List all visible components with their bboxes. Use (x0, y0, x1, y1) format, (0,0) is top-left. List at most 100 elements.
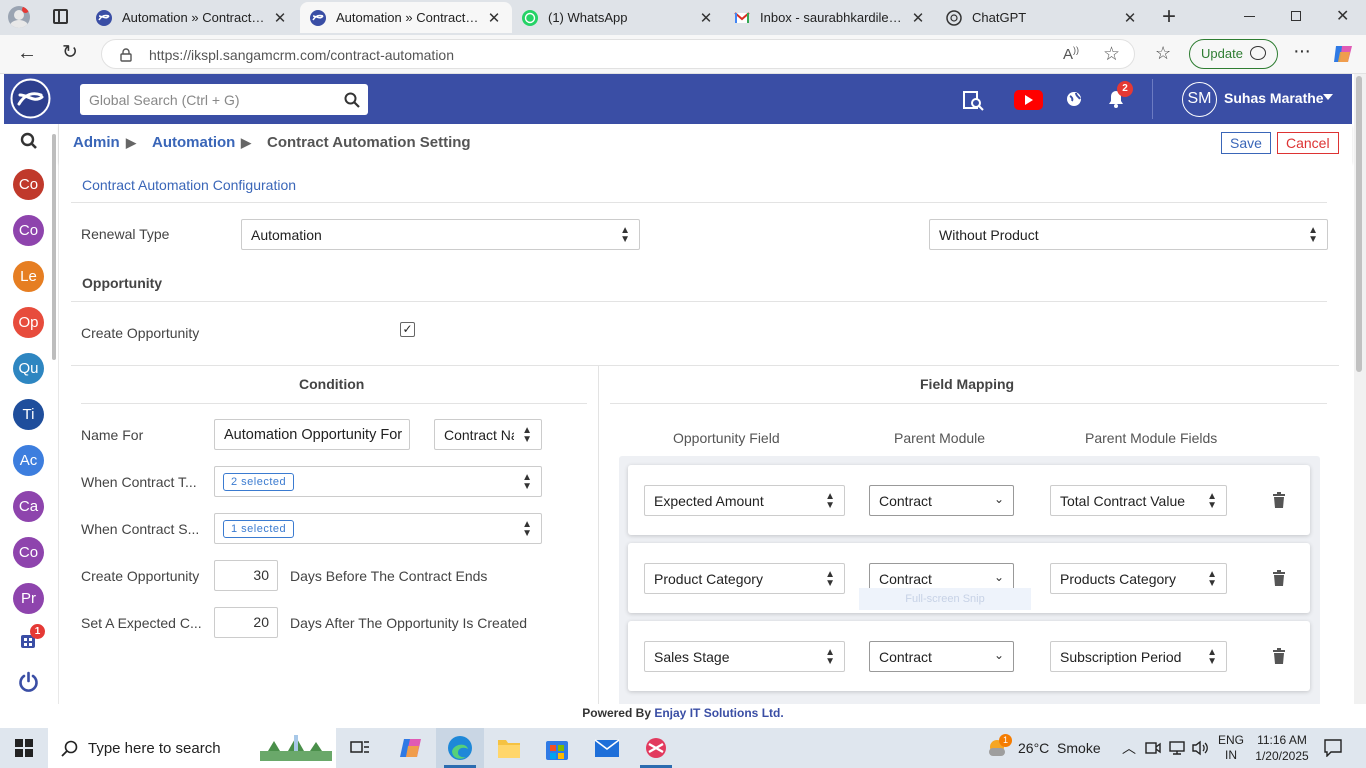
contract-status-multiselect[interactable]: 1 selected ▲ ▼ (214, 513, 542, 544)
parent-module-field-value: Subscription Period (1060, 649, 1182, 665)
breadcrumb-admin[interactable]: Admin (73, 134, 120, 151)
sidebar-search-icon[interactable] (20, 132, 38, 150)
contract-type-multiselect[interactable]: 2 selected ▲ ▼ (214, 466, 542, 497)
minimize-window-icon[interactable] (1244, 16, 1255, 17)
parent-module-field-select[interactable]: Products Category ▲ ▼ (1050, 563, 1227, 594)
sidebar-item-leads[interactable]: Le (13, 261, 44, 292)
refresh-icon[interactable]: ↻ (62, 41, 78, 64)
new-tab-icon[interactable]: + (1162, 3, 1176, 31)
save-button[interactable]: Save (1221, 132, 1271, 154)
meet-now-icon[interactable] (1145, 741, 1161, 755)
parent-module-field-select[interactable]: Total Contract Value ▲ ▼ (1050, 485, 1227, 516)
search-icon[interactable] (344, 92, 360, 108)
task-view-icon[interactable] (350, 739, 370, 757)
profile-avatar[interactable] (8, 6, 30, 28)
windows-start-icon[interactable] (15, 739, 33, 757)
browser-tab[interactable]: Inbox - saurabhkardile@relia ✕ (724, 2, 936, 33)
cancel-button[interactable]: Cancel (1277, 132, 1339, 154)
close-tab-icon[interactable]: ✕ (486, 9, 502, 27)
browser-tab-active[interactable]: Automation » Contract Auto ✕ (300, 2, 512, 33)
copilot-icon[interactable] (1332, 44, 1354, 64)
notification-center-icon[interactable] (1324, 739, 1342, 757)
volume-icon[interactable] (1191, 740, 1209, 756)
url-field[interactable]: https://ikspl.sangamcrm.com/contract-aut… (101, 39, 1135, 69)
copilot-taskbar-icon[interactable] (399, 736, 423, 760)
site-info-icon[interactable] (119, 48, 133, 62)
sidebar-item-calls[interactable]: Ca (13, 491, 44, 522)
sidebar-item-accounts[interactable]: Ac (13, 445, 44, 476)
mapping-row: Sales Stage ▲ ▼ Contract ⌄ Subscription Per… (628, 621, 1310, 691)
logout-power-icon[interactable] (18, 671, 39, 692)
parent-module-select[interactable]: Contract ⌄ (869, 485, 1014, 516)
contract-type-label: When Contract T... (81, 474, 197, 490)
global-search[interactable]: Global Search (Ctrl + G) (80, 84, 368, 115)
sidebar-item-co[interactable]: Co (13, 537, 44, 568)
user-menu-caret-icon[interactable] (1323, 94, 1333, 100)
favorite-star-icon[interactable]: ☆ (1103, 43, 1120, 66)
snipping-tool-icon[interactable] (643, 736, 669, 760)
mail-icon[interactable] (594, 739, 620, 758)
sidebar-item-quotes[interactable]: Qu (13, 353, 44, 384)
name-for-field-select[interactable]: Contract Na ▲ ▼ (434, 419, 542, 450)
opportunity-field-select[interactable]: Sales Stage ▲ ▼ (644, 641, 845, 672)
language-indicator[interactable]: ENG IN (1218, 733, 1244, 763)
create-opportunity-checkbox[interactable]: ✓ (400, 322, 415, 337)
microsoft-store-icon[interactable] (545, 735, 569, 761)
product-type-select[interactable]: Without Product ▲ ▼ (929, 219, 1328, 250)
renewal-type-select[interactable]: Automation ▲ ▼ (241, 219, 640, 250)
sidebar-item-contracts[interactable]: Co (13, 169, 44, 200)
show-hidden-icons-icon[interactable]: ︿ (1122, 738, 1136, 758)
youtube-icon[interactable] (1014, 90, 1043, 110)
sidebar-item-opportunities[interactable]: Op (13, 307, 44, 338)
close-tab-icon[interactable]: ✕ (698, 9, 714, 27)
global-search-input[interactable]: Global Search (Ctrl + G) (89, 92, 240, 108)
close-tab-icon[interactable]: ✕ (1122, 9, 1138, 27)
globe-icon[interactable] (1066, 91, 1082, 107)
user-avatar[interactable]: SM (1182, 82, 1217, 117)
taskbar-search-box[interactable]: Type here to search (48, 728, 336, 768)
close-tab-icon[interactable]: ✕ (910, 9, 926, 27)
browser-tab[interactable]: ChatGPT ✕ (936, 2, 1148, 33)
update-button[interactable]: Update (1189, 39, 1278, 69)
close-window-icon[interactable]: ✕ (1336, 6, 1349, 26)
user-name[interactable]: Suhas Marathe (1224, 90, 1324, 106)
page-scrollbar-thumb[interactable] (1356, 76, 1362, 372)
page-scrollbar[interactable] (1354, 74, 1366, 704)
read-aloud-icon[interactable]: A)) (1063, 45, 1079, 63)
expected-close-days-input[interactable]: 20 (214, 607, 278, 638)
sidebar-item-contacts[interactable]: Co (13, 215, 44, 246)
name-for-input[interactable]: Automation Opportunity For (214, 419, 410, 450)
tab-contract-automation-configuration[interactable]: Contract Automation Configuration (82, 177, 296, 193)
close-tab-icon[interactable]: ✕ (272, 9, 288, 27)
back-icon[interactable]: ← (17, 42, 37, 65)
delete-row-trash-icon[interactable] (1272, 648, 1286, 664)
parent-module-field-select[interactable]: Subscription Period ▲ ▼ (1050, 641, 1227, 672)
parent-module-select[interactable]: Contract ⌄ (869, 641, 1014, 672)
clock[interactable]: 11:16 AM 1/20/2025 (1254, 732, 1310, 764)
favorites-icon[interactable]: ☆ (1155, 43, 1171, 64)
network-icon[interactable] (1169, 740, 1185, 756)
breadcrumb-automation[interactable]: Automation (152, 134, 235, 151)
windows-taskbar: Type here to search 1 26°C Smoke ︿ ENG I… (0, 728, 1366, 768)
weather-text[interactable]: 26°C Smoke (1018, 740, 1101, 756)
file-explorer-icon[interactable] (497, 737, 521, 759)
edge-taskbar-active[interactable] (436, 728, 484, 768)
more-options-icon[interactable]: ··· (1293, 40, 1311, 63)
sidebar-item-products[interactable]: Pr (13, 583, 44, 614)
create-opportunity-days-input[interactable]: 30 (214, 560, 278, 591)
browser-tab[interactable]: (1) WhatsApp ✕ (512, 2, 724, 33)
restore-window-icon[interactable] (1291, 11, 1301, 21)
delete-row-trash-icon[interactable] (1272, 492, 1286, 508)
sidebar-scrollbar[interactable] (52, 134, 56, 360)
opportunity-field-select[interactable]: Product Category ▲ ▼ (644, 563, 845, 594)
sidebar-item-label: Ac (19, 452, 38, 469)
delete-row-trash-icon[interactable] (1272, 570, 1286, 586)
footer-company-link[interactable]: Enjay IT Solutions Ltd. (654, 706, 783, 720)
document-search-icon[interactable] (963, 91, 984, 111)
opportunity-field-select[interactable]: Expected Amount ▲ ▼ (644, 485, 845, 516)
chatgpt-icon (946, 9, 962, 26)
sangam-logo-icon[interactable] (10, 78, 51, 119)
sidebar-item-tickets[interactable]: Ti (13, 399, 44, 430)
browser-tab[interactable]: Automation » Contract Auto ✕ (86, 2, 298, 33)
tab-actions-icon[interactable] (53, 9, 68, 24)
